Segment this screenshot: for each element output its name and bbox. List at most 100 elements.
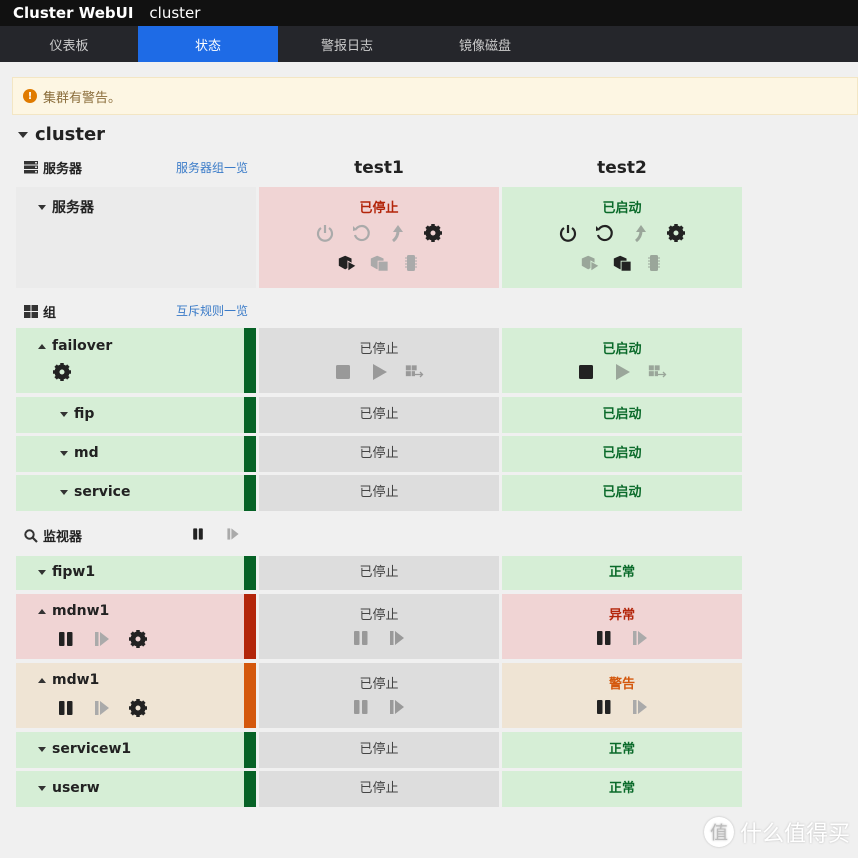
resource-service-test2-cell: 已启动 bbox=[502, 475, 742, 511]
play-icon[interactable] bbox=[611, 361, 633, 383]
chip-icon[interactable] bbox=[400, 252, 422, 274]
cluster-warning-alert: ! 集群有警告。 bbox=[12, 77, 858, 115]
restart-icon[interactable] bbox=[593, 222, 615, 244]
gear-icon[interactable] bbox=[422, 222, 444, 244]
servers-row-toggle[interactable]: 服务器 bbox=[38, 197, 94, 217]
caret-up-icon bbox=[38, 608, 46, 614]
gear-icon[interactable] bbox=[665, 222, 687, 244]
alert-text: 集群有警告。 bbox=[43, 90, 122, 106]
return-arrow-icon[interactable] bbox=[386, 222, 408, 244]
resume-icon[interactable] bbox=[386, 696, 408, 718]
caret-down-icon bbox=[18, 131, 28, 138]
monitors-section-label: 监视器 bbox=[43, 530, 83, 545]
server-group-list-link[interactable]: 服务器组一览 bbox=[176, 159, 248, 176]
pause-icon[interactable] bbox=[593, 627, 615, 649]
resume-icon[interactable] bbox=[91, 628, 113, 650]
gear-icon[interactable] bbox=[51, 361, 73, 383]
caret-down-icon bbox=[38, 569, 46, 575]
resource-status: 已启动 bbox=[602, 485, 642, 500]
server-test1-cell: 已停止 bbox=[259, 187, 499, 288]
monitor-name: servicew1 bbox=[52, 741, 132, 757]
move-group-icon[interactable] bbox=[404, 361, 426, 383]
resume-icon[interactable] bbox=[629, 696, 651, 718]
group-status-bar bbox=[244, 397, 256, 433]
monitor-toggle-mdw1[interactable]: mdw1 bbox=[38, 672, 99, 688]
monitor-status: 正常 bbox=[608, 742, 635, 757]
monitor-status: 异常 bbox=[608, 608, 635, 623]
tab-dashboard[interactable]: 仪表板 bbox=[0, 26, 138, 62]
caret-down-icon bbox=[38, 204, 46, 210]
exclusion-rule-list-link[interactable]: 互斥规则一览 bbox=[176, 302, 248, 319]
pause-icon[interactable] bbox=[593, 696, 615, 718]
monitor-status: 警告 bbox=[608, 677, 635, 692]
monitor-status: 正常 bbox=[608, 565, 635, 580]
server-test2-cell: 已启动 bbox=[502, 187, 742, 288]
monitor-mdw1-test1-cell: 已停止 bbox=[259, 663, 499, 728]
gear-icon[interactable] bbox=[127, 697, 149, 719]
monitor-mdnw1-test2-cell: 异常 bbox=[502, 594, 742, 659]
pause-icon[interactable] bbox=[350, 696, 372, 718]
monitor-name: mdnw1 bbox=[52, 603, 110, 619]
resume-icon[interactable] bbox=[629, 627, 651, 649]
tab-status[interactable]: 状态 bbox=[138, 26, 278, 62]
start-cluster-icon[interactable] bbox=[336, 252, 358, 274]
group-toggle-fip[interactable]: fip bbox=[60, 406, 94, 422]
exclamation-icon: ! bbox=[23, 89, 37, 103]
monitor-status-bar bbox=[244, 663, 256, 728]
group-toggle-failover[interactable]: failover bbox=[38, 338, 112, 354]
caret-down-icon bbox=[60, 450, 68, 456]
servers-section-header: 服务器 bbox=[24, 158, 82, 177]
power-icon[interactable] bbox=[557, 222, 579, 244]
pause-icon[interactable] bbox=[350, 627, 372, 649]
group-toggle-service[interactable]: service bbox=[60, 484, 130, 500]
caret-up-icon bbox=[38, 343, 46, 349]
servers-row-name: 服务器 bbox=[52, 200, 94, 216]
restart-icon[interactable] bbox=[350, 222, 372, 244]
monitor-mdw1-test2-cell: 警告 bbox=[502, 663, 742, 728]
chip-icon[interactable] bbox=[643, 252, 665, 274]
monitor-status: 已停止 bbox=[359, 565, 399, 580]
monitor-toggle-userw[interactable]: userw bbox=[38, 780, 100, 796]
group-toggle-md[interactable]: md bbox=[60, 445, 99, 461]
monitor-toggle-fipw1[interactable]: fipw1 bbox=[38, 564, 95, 580]
pause-icon[interactable] bbox=[55, 628, 77, 650]
gear-icon[interactable] bbox=[127, 628, 149, 650]
cluster-toggle[interactable]: cluster bbox=[18, 124, 105, 145]
resource-status: 已停止 bbox=[359, 446, 399, 461]
power-icon[interactable] bbox=[314, 222, 336, 244]
resume-all-monitors-icon[interactable] bbox=[222, 523, 244, 545]
stop-icon[interactable] bbox=[332, 361, 354, 383]
pause-icon[interactable] bbox=[55, 697, 77, 719]
suspend-all-monitors-icon[interactable] bbox=[187, 523, 209, 545]
resume-icon[interactable] bbox=[386, 627, 408, 649]
servers-section-label: 服务器 bbox=[43, 162, 83, 177]
resume-icon[interactable] bbox=[91, 697, 113, 719]
cluster-title: cluster bbox=[35, 124, 106, 145]
app-header: Cluster WebUI cluster bbox=[0, 0, 858, 26]
watermark-logo-icon: 值 bbox=[703, 817, 734, 847]
stop-cluster-icon[interactable] bbox=[611, 252, 633, 274]
groups-section-label: 组 bbox=[43, 306, 57, 321]
resource-fip-test2-cell: 已启动 bbox=[502, 397, 742, 433]
caret-down-icon bbox=[38, 785, 46, 791]
group-status-bar bbox=[244, 328, 256, 393]
monitor-toggle-servicew1[interactable]: servicew1 bbox=[38, 741, 131, 757]
monitor-toggle-mdnw1[interactable]: mdnw1 bbox=[38, 603, 109, 619]
play-icon[interactable] bbox=[368, 361, 390, 383]
return-arrow-icon[interactable] bbox=[629, 222, 651, 244]
stop-icon[interactable] bbox=[575, 361, 597, 383]
group-status: 已停止 bbox=[359, 342, 399, 357]
start-cluster-icon[interactable] bbox=[579, 252, 601, 274]
caret-down-icon bbox=[38, 746, 46, 752]
tab-alert-log[interactable]: 警报日志 bbox=[278, 26, 416, 62]
monitor-status: 正常 bbox=[608, 781, 635, 796]
groups-section-header: 组 bbox=[24, 302, 56, 321]
resource-name: fip bbox=[74, 406, 95, 422]
resource-md-test2-cell: 已启动 bbox=[502, 436, 742, 472]
resource-fip-test1-cell: 已停止 bbox=[259, 397, 499, 433]
tab-mirror-disk[interactable]: 镜像磁盘 bbox=[416, 26, 554, 62]
move-group-icon[interactable] bbox=[647, 361, 669, 383]
stop-cluster-icon[interactable] bbox=[368, 252, 390, 274]
watermark-text: 什么值得买 bbox=[739, 822, 850, 847]
group-failover-test1-cell: 已停止 bbox=[259, 328, 499, 393]
